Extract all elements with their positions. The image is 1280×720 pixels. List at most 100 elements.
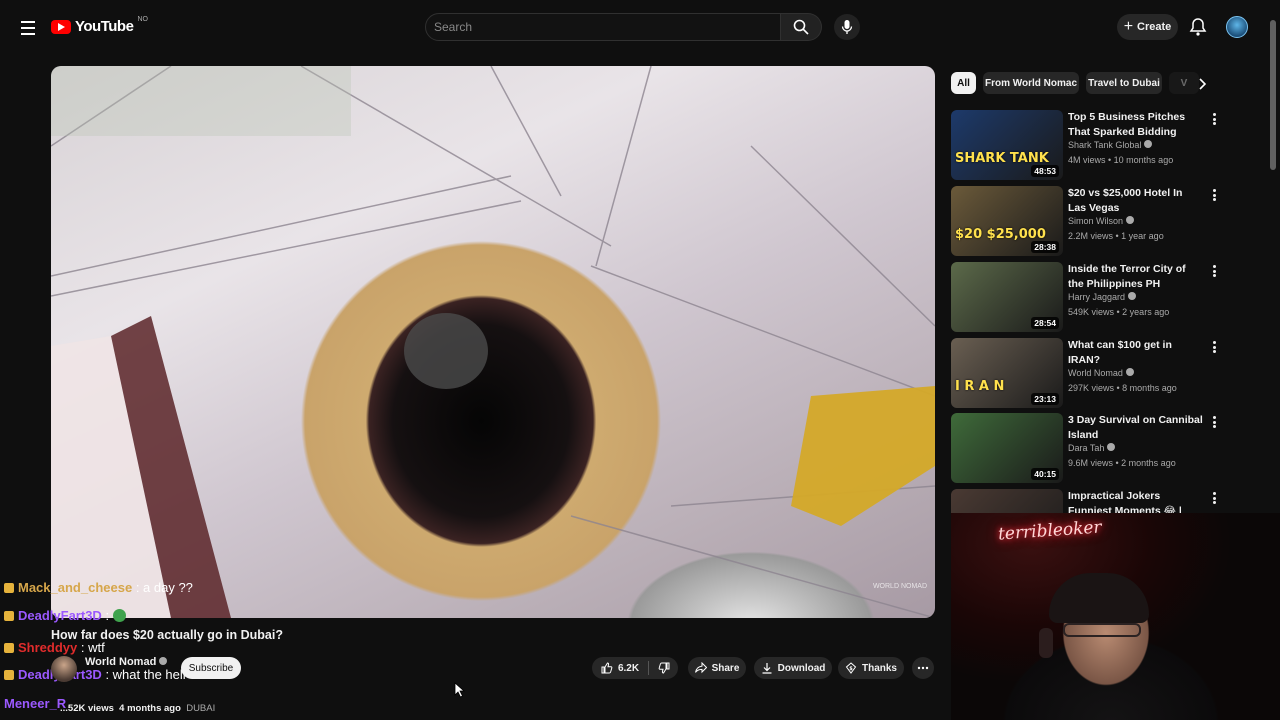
recommendation-channel[interactable]: Shark Tank Global <box>1068 140 1153 150</box>
video-duration: 23:13 <box>1031 393 1059 405</box>
mouse-cursor-icon <box>454 682 466 698</box>
recommendation-title[interactable]: Top 5 Business Pitches That Sparked Bidd… <box>1068 110 1203 140</box>
thumbnail-text: SHARK TANK <box>955 151 1049 166</box>
like-dislike-group: 6.2K <box>592 657 678 679</box>
more-vertical-icon[interactable] <box>1209 264 1219 278</box>
top-bar: YouTube NO + Create <box>0 0 1280 56</box>
voice-search-button[interactable] <box>834 14 860 40</box>
recommendation-title[interactable]: What can $100 get in IRAN? <box>1068 338 1203 368</box>
streamer-hair <box>1049 573 1149 623</box>
recommendation-title[interactable]: Inside the Terror City of the Philippine… <box>1068 262 1203 292</box>
recommendation-title[interactable]: $20 vs $25,000 Hotel In Las Vegas <box>1068 186 1203 216</box>
download-icon <box>762 663 772 674</box>
streamer-glasses <box>1063 623 1141 637</box>
chat-username: Shreddyy <box>18 640 78 655</box>
notifications-bell-icon[interactable] <box>1188 17 1208 37</box>
video-title: How far does $20 actually go in Dubai? <box>51 628 283 642</box>
video-player[interactable]: WORLD NOMAD <box>51 66 935 618</box>
user-avatar[interactable] <box>1226 16 1248 38</box>
chat-message: DeadlyFart3D : what the hell <box>4 667 186 682</box>
verified-icon <box>159 657 168 665</box>
verified-icon <box>1126 216 1135 224</box>
chevron-right-icon <box>1199 78 1207 90</box>
video-thumbnail[interactable]: I R A N 23:13 <box>951 338 1063 408</box>
channel-name[interactable]: World Nomad <box>85 656 168 668</box>
hamburger-menu-icon[interactable] <box>16 16 40 40</box>
chat-message: Shreddyy : wtf <box>4 640 105 655</box>
more-vertical-icon[interactable] <box>1209 491 1219 505</box>
video-meta[interactable]: ...52K views 4 months ago DUBAI <box>60 703 215 714</box>
plus-icon: + <box>1123 18 1134 35</box>
recommendation-channel[interactable]: Dara Tah <box>1068 443 1116 453</box>
search-input[interactable] <box>434 20 780 34</box>
create-button[interactable]: + Create <box>1117 14 1178 40</box>
thumbs-down-icon <box>658 662 669 674</box>
video-thumbnail[interactable]: SHARK TANK 48:53 <box>951 110 1063 180</box>
video-thumbnail[interactable]: 40:15 <box>951 413 1063 483</box>
more-actions-button[interactable] <box>912 657 934 679</box>
recommendation-item[interactable]: $20 $25,000 28:38 $20 vs $25,000 Hotel In … <box>951 186 1231 258</box>
sub-badge-icon <box>4 583 14 593</box>
video-frame <box>51 66 935 618</box>
recommendation-item[interactable]: SHARK TANK 48:53 Top 5 Business Pitches Th… <box>951 110 1231 182</box>
recommendation-title[interactable]: Impractical Jokers Funniest Moments 😂 | … <box>1068 489 1203 513</box>
webcam-overlay: terribleoker <box>951 513 1280 720</box>
more-vertical-icon[interactable] <box>1209 340 1219 354</box>
share-icon <box>694 662 707 674</box>
video-thumbnail[interactable] <box>951 489 1063 513</box>
recommendation-item[interactable]: Impractical Jokers Funniest Moments 😂 | … <box>951 489 1231 513</box>
more-horizontal-icon <box>917 666 929 670</box>
recommendation-channel[interactable]: Simon Wilson <box>1068 216 1135 226</box>
recommendation-item[interactable]: 28:54 Inside the Terror City of the Phili… <box>951 262 1231 334</box>
thanks-button[interactable]: $ Thanks <box>838 657 904 679</box>
filter-chips: All From World Nomac Travel to Dubai V <box>951 72 1211 94</box>
recommendation-stats: 297K views • 8 months ago <box>1068 383 1177 393</box>
thumbs-up-icon <box>601 662 613 674</box>
more-vertical-icon[interactable] <box>1209 112 1219 126</box>
subscribe-button[interactable]: Subscribe <box>181 657 241 679</box>
youtube-logo[interactable]: YouTube NO <box>51 16 148 35</box>
sub-badge-icon <box>4 643 14 653</box>
chat-username: DeadlyFart3D <box>18 608 102 623</box>
video-thumbnail[interactable]: 28:54 <box>951 262 1063 332</box>
recommendation-item[interactable]: 40:15 3 Day Survival on Cannibal Island Da… <box>951 413 1231 485</box>
chip-from-channel[interactable]: From World Nomac <box>983 72 1079 94</box>
recommendation-channel[interactable]: World Nomad <box>1068 368 1134 378</box>
dislike-button[interactable] <box>649 657 678 679</box>
more-vertical-icon[interactable] <box>1209 188 1219 202</box>
search-icon <box>793 19 809 35</box>
download-button[interactable]: Download <box>754 657 832 679</box>
search-button[interactable] <box>781 13 822 41</box>
more-vertical-icon[interactable] <box>1209 415 1219 429</box>
video-duration: 48:53 <box>1031 165 1059 177</box>
video-duration: 40:15 <box>1031 468 1059 480</box>
chip-all[interactable]: All <box>951 72 976 94</box>
video-duration: 28:38 <box>1031 241 1059 253</box>
chips-next-button[interactable] <box>1192 74 1212 94</box>
neon-sign: terribleoker <box>997 517 1103 545</box>
channel-avatar[interactable] <box>51 656 77 682</box>
thumbnail-text: I R A N <box>955 379 1005 394</box>
chat-message: Meneer_R <box>4 696 66 711</box>
channel-watermark: WORLD NOMAD <box>872 583 927 590</box>
recommendation-item[interactable]: I R A N 23:13 What can $100 get in IRAN? Wo… <box>951 338 1231 410</box>
recommendation-stats: 2.2M views • 1 year ago <box>1068 231 1164 241</box>
svg-text:$: $ <box>849 666 853 672</box>
thanks-icon: $ <box>845 662 857 674</box>
chat-username: Meneer_R <box>4 696 67 711</box>
share-button[interactable]: Share <box>688 657 746 679</box>
sub-badge-icon <box>4 611 14 621</box>
verified-icon <box>1107 443 1116 451</box>
recommendation-channel[interactable]: Harry Jaggard <box>1068 292 1137 302</box>
youtube-play-icon <box>51 19 71 34</box>
chip-travel-dubai[interactable]: Travel to Dubai <box>1086 72 1162 94</box>
page-scrollbar[interactable] <box>1270 20 1276 170</box>
like-button[interactable]: 6.2K <box>592 657 648 679</box>
sub-badge-icon <box>4 670 14 680</box>
recommendation-title[interactable]: 3 Day Survival on Cannibal Island <box>1068 413 1203 443</box>
headset-icon <box>1039 628 1053 658</box>
video-thumbnail[interactable]: $20 $25,000 28:38 <box>951 186 1063 256</box>
microphone-icon <box>841 20 853 34</box>
verified-icon <box>1144 140 1153 148</box>
chat-message: DeadlyFart3D : <box>4 608 127 623</box>
